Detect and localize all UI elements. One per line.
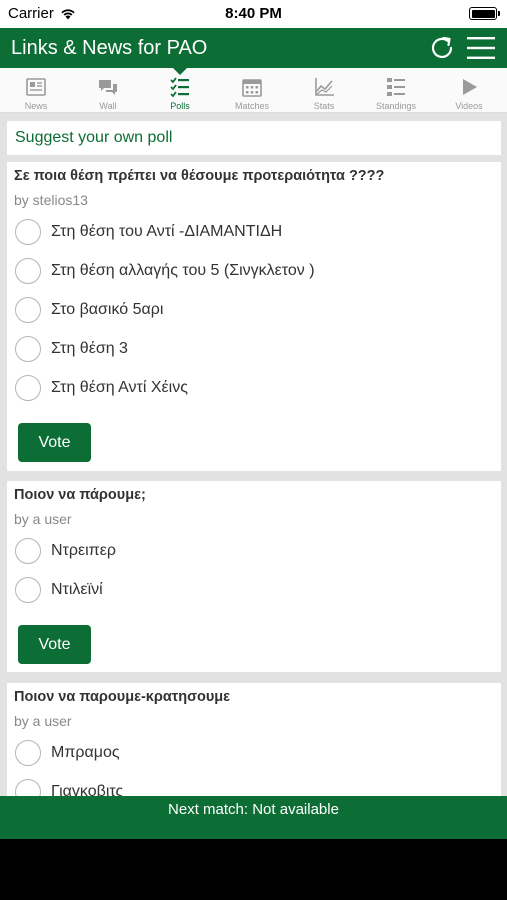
next-match-banner: Next match: Not available (0, 796, 507, 839)
radio-button[interactable] (15, 779, 41, 796)
stats-icon (315, 78, 334, 96)
tab-news[interactable]: News (0, 68, 72, 113)
poll-card: Ποιον να παρουμε-κρατησουμε by a user Μπ… (7, 683, 501, 796)
poll-author: by a user (14, 713, 72, 729)
hamburger-menu-icon[interactable] (466, 35, 496, 61)
poll-option[interactable]: Μπραμος (15, 739, 120, 767)
suggest-poll-link[interactable]: Suggest your own poll (7, 121, 501, 155)
radio-button[interactable] (15, 740, 41, 766)
vote-button[interactable]: Vote (18, 625, 91, 664)
tab-stats[interactable]: Stats (288, 68, 360, 113)
poll-option[interactable]: Ντιλεϊνί (15, 576, 103, 604)
poll-option-label: Στη θέση Αντί Χέινς (51, 379, 188, 396)
radio-button[interactable] (15, 219, 41, 245)
app-title: Links & News for PAO (11, 37, 208, 59)
active-tab-indicator (173, 68, 187, 75)
radio-button[interactable] (15, 258, 41, 284)
poll-question: Ποιον να πάρουμε; (14, 487, 146, 503)
poll-option[interactable]: Στη θέση του Αντί -ΔΙΑΜΑΝΤΙΔΗ (15, 218, 282, 246)
tab-standings[interactable]: Standings (360, 68, 432, 113)
tab-label: Standings (375, 101, 417, 111)
polls-icon (170, 77, 189, 98)
radio-button[interactable] (15, 577, 41, 603)
radio-button[interactable] (15, 375, 41, 401)
poll-option-label: Στο βασικό 5αρι (51, 301, 164, 318)
tab-videos[interactable]: Videos (433, 68, 505, 113)
wall-icon (99, 80, 117, 95)
poll-card: Σε ποια θέση πρέπει να θέσουμε προτεραιό… (7, 162, 501, 471)
poll-option[interactable]: Στο βασικό 5αρι (15, 296, 163, 324)
polls-list[interactable]: Suggest your own poll Σε ποια θέση πρέπε… (0, 113, 507, 796)
battery-icon (469, 7, 500, 20)
tab-bar: News Wall Polls Matches Stats Standings … (0, 68, 507, 113)
tab-matches[interactable]: Matches (216, 68, 288, 113)
standings-icon (387, 78, 405, 96)
tab-label: Stats (313, 101, 335, 111)
tab-label: News (24, 101, 48, 111)
tab-wall[interactable]: Wall (72, 68, 144, 113)
poll-option[interactable]: Στη θέση αλλαγής του 5 (Σινγκλετον ) (15, 257, 315, 285)
poll-option[interactable]: Στη θέση Αντί Χέινς (15, 374, 188, 402)
refresh-icon[interactable] (428, 34, 456, 62)
tab-label: Polls (170, 101, 190, 111)
radio-button[interactable] (15, 297, 41, 323)
bottom-area (0, 839, 507, 900)
poll-question: Ποιον να παρουμε-κρατησουμε (14, 689, 231, 705)
poll-card: Ποιον να πάρουμε; by a user Ντρειπερ Ντι… (7, 481, 501, 672)
poll-option[interactable]: Στη θέση 3 (15, 335, 128, 363)
tab-label: Wall (99, 101, 117, 111)
vote-button[interactable]: Vote (18, 423, 91, 462)
poll-option-label: Γιαγκοβιτς (51, 783, 124, 796)
poll-option-label: Στη θέση αλλαγής του 5 (Σινγκλετον ) (51, 262, 315, 279)
app-header: Links & News for PAO (0, 28, 507, 68)
poll-option[interactable]: Ντρειπερ (15, 537, 116, 565)
poll-option-label: Μπραμος (51, 744, 120, 761)
poll-option-label: Ντρειπερ (51, 542, 116, 559)
tab-label: Videos (455, 101, 483, 111)
poll-option-label: Ντιλεϊνί (51, 581, 103, 598)
news-icon (26, 78, 46, 96)
calendar-icon (242, 79, 262, 97)
radio-button[interactable] (15, 538, 41, 564)
radio-button[interactable] (15, 336, 41, 362)
poll-question: Σε ποια θέση πρέπει να θέσουμε προτεραιό… (14, 168, 385, 184)
play-icon (463, 79, 477, 95)
poll-option-label: Στη θέση 3 (51, 340, 128, 357)
poll-option[interactable]: Γιαγκοβιτς (15, 778, 123, 796)
status-bar: Carrier 8:40 PM (0, 0, 507, 28)
clock: 8:40 PM (225, 5, 282, 22)
poll-author: by a user (14, 511, 72, 527)
tab-label: Matches (234, 101, 269, 111)
poll-option-label: Στη θέση του Αντί -ΔΙΑΜΑΝΤΙΔΗ (51, 223, 283, 240)
poll-author: by stelios13 (14, 192, 88, 208)
